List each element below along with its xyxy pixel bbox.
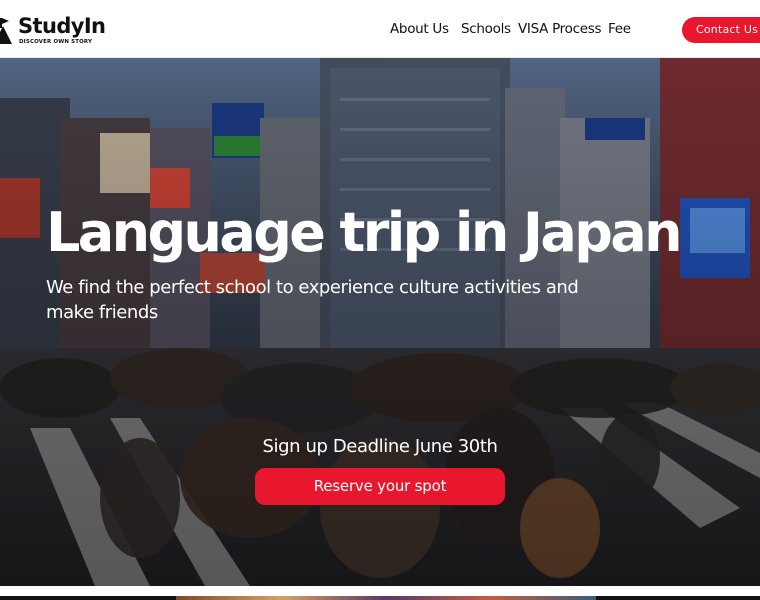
nav-item-about-us[interactable]: About Us (390, 21, 449, 37)
contact-us-button[interactable]: Contact Us (682, 17, 760, 43)
mountain-flag-icon (0, 18, 12, 44)
nav-item-fee[interactable]: Fee (608, 21, 631, 37)
hero-title: Language trip in Japan (46, 201, 683, 264)
site-logo[interactable]: StudyIn DISCOVER OWN STORY (0, 14, 106, 46)
hero-subtitle: We find the perfect school to experience… (46, 277, 579, 323)
reserve-spot-button[interactable]: Reserve your spot (255, 468, 505, 505)
nav-item-visa-process[interactable]: VISA Process (518, 21, 601, 37)
site-header: StudyIn DISCOVER OWN STORY About Us Scho… (0, 0, 760, 58)
logo-name: StudyIn (18, 14, 106, 38)
next-section-image-edge (176, 596, 596, 600)
logo-tagline: DISCOVER OWN STORY (19, 39, 93, 45)
nav-item-schools[interactable]: Schools (461, 21, 511, 37)
hero-section: Language trip in Japan We find the perfe… (0, 58, 760, 586)
signup-deadline: Sign up Deadline June 30th (262, 436, 498, 457)
